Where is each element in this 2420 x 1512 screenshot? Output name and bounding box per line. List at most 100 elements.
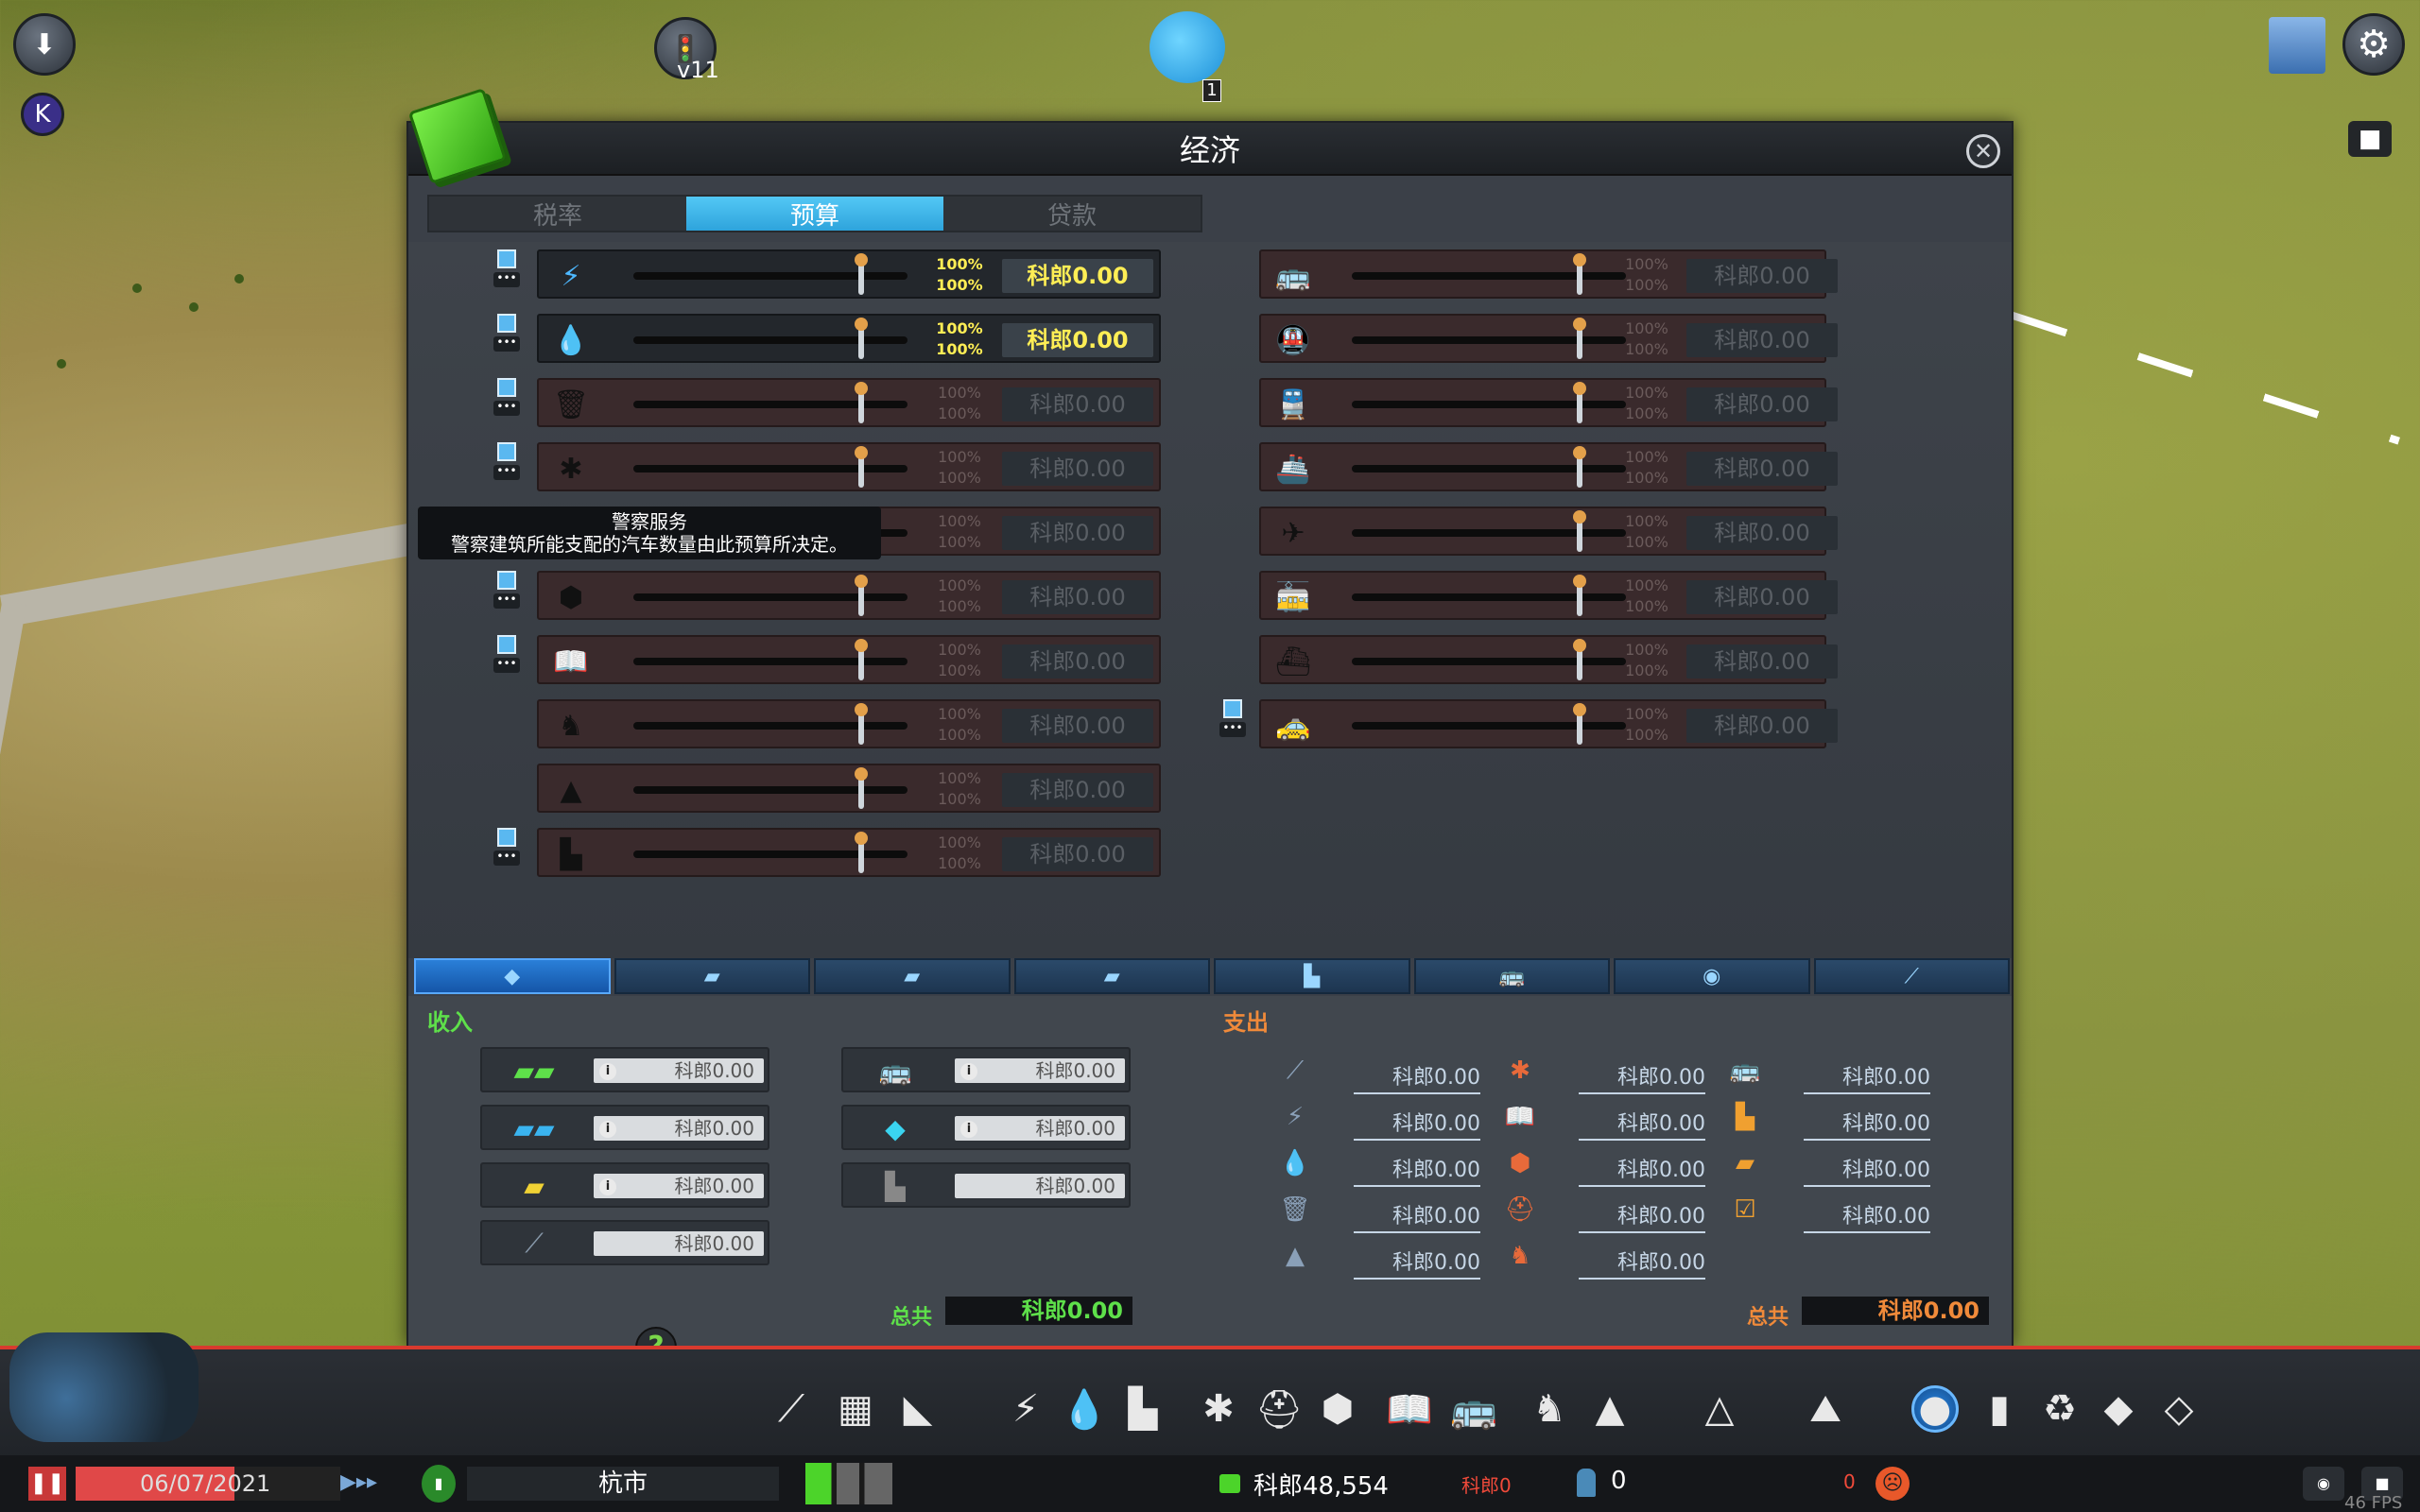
more-options-icon[interactable]: ••• [493, 336, 520, 352]
slider-handle[interactable] [1573, 703, 1586, 745]
slider-handle[interactable] [1573, 510, 1586, 552]
slider-handle[interactable] [1573, 382, 1586, 423]
free-camera-icon[interactable]: ◉ [2303, 1467, 2344, 1501]
speed-button[interactable]: ▶▸▸ [340, 1470, 377, 1494]
electricity-tool-icon[interactable]: ⚡ [1002, 1385, 1049, 1433]
more-options-icon[interactable]: ••• [493, 401, 520, 416]
zoning-tool-icon[interactable]: ▦ [832, 1385, 879, 1433]
parks-tool-icon[interactable]: ♞ [1526, 1385, 1573, 1433]
budget-slider[interactable] [1352, 575, 1626, 616]
service-toggle-button[interactable]: ••• [488, 442, 526, 484]
info-views-tool-icon[interactable]: ◆ [2095, 1385, 2142, 1433]
policies-tool-icon[interactable]: ▮ [1976, 1385, 2023, 1433]
slider-handle[interactable] [1573, 253, 1586, 295]
k-button[interactable]: K [21, 93, 64, 136]
service-toggle-button[interactable]: ••• [488, 635, 526, 677]
budget-slider[interactable] [633, 253, 908, 295]
tab-budget[interactable]: 预算 [686, 197, 943, 231]
info-icon[interactable]: i [599, 1178, 616, 1195]
more-options-icon[interactable]: ••• [493, 272, 520, 287]
police-tool-icon[interactable]: ⬢ [1314, 1385, 1361, 1433]
service-toggle-button[interactable]: ••• [1214, 699, 1252, 741]
budget-slider[interactable] [1352, 382, 1626, 423]
info-icon[interactable]: i [599, 1121, 616, 1138]
healthcare-tool-icon[interactable]: ✱ [1195, 1385, 1242, 1433]
camera-icon[interactable]: ■ [2348, 121, 2392, 157]
chirper-icon[interactable] [1150, 11, 1225, 83]
budget-slider[interactable] [633, 639, 908, 680]
industry-tool-icon[interactable]: ▙ [1119, 1385, 1167, 1433]
water-tool-icon[interactable]: 💧 [1061, 1385, 1108, 1433]
budget-slider[interactable] [633, 767, 908, 809]
category-tab[interactable]: ▙ [1214, 958, 1410, 994]
service-toggle-button[interactable]: ••• [488, 249, 526, 291]
more-options-icon[interactable]: ••• [493, 850, 520, 866]
city-name-field[interactable]: 杭市 [467, 1467, 779, 1501]
paradox-icon[interactable] [2269, 17, 2325, 74]
budget-slider[interactable] [1352, 510, 1626, 552]
education-tool-icon[interactable]: 📖 [1386, 1385, 1433, 1433]
slider-handle[interactable] [1573, 446, 1586, 488]
category-tab[interactable]: ▰ [614, 958, 810, 994]
areas-tool-icon[interactable]: ♻ [2036, 1385, 2083, 1433]
slider-handle[interactable] [855, 767, 868, 809]
budget-slider[interactable] [633, 575, 908, 616]
budget-slider[interactable] [633, 703, 908, 745]
slider-handle[interactable] [855, 446, 868, 488]
landscaping-tool-icon[interactable]: △ [1696, 1385, 1743, 1433]
unlock-button[interactable]: ⬇ [13, 13, 76, 76]
info-icon[interactable]: i [599, 1063, 616, 1080]
more-options-icon[interactable]: ••• [493, 658, 520, 673]
budget-slider[interactable] [633, 318, 908, 359]
service-toggle-button[interactable]: ••• [488, 378, 526, 420]
slider-handle[interactable] [855, 575, 868, 616]
budget-slider[interactable] [1352, 639, 1626, 680]
category-tab[interactable]: 🚌 [1413, 958, 1610, 994]
info-icon[interactable]: i [960, 1121, 977, 1138]
bulldozer-tool-icon[interactable]: ◇ [2155, 1385, 2203, 1433]
tab-taxes[interactable]: 税率 [429, 197, 686, 231]
slider-handle[interactable] [855, 639, 868, 680]
economy-tool-icon[interactable]: ● [1911, 1385, 1959, 1433]
category-tab[interactable]: ◉ [1614, 958, 1810, 994]
budget-slider[interactable] [1352, 703, 1626, 745]
roads-tool-icon[interactable]: ⟋ [768, 1385, 815, 1433]
budget-slider[interactable] [633, 382, 908, 423]
slider-handle[interactable] [1573, 575, 1586, 616]
service-toggle-button[interactable]: ••• [488, 828, 526, 869]
category-tab[interactable]: ◆ [414, 958, 611, 994]
slider-handle[interactable] [855, 318, 868, 359]
close-icon[interactable]: ✕ [1966, 134, 2000, 168]
pause-button[interactable]: ❚❚ [28, 1467, 66, 1501]
settings-icon[interactable]: ⚙ [2342, 13, 2405, 76]
category-tab[interactable]: ▰ [1013, 958, 1210, 994]
slider-handle[interactable] [1573, 318, 1586, 359]
service-toggle-button[interactable]: ••• [488, 314, 526, 355]
districts-tool-icon[interactable]: ◣ [894, 1385, 942, 1433]
service-toggle-button[interactable]: ••• [488, 571, 526, 612]
more-options-icon[interactable]: ••• [493, 465, 520, 480]
category-tab[interactable]: ▰ [814, 958, 1011, 994]
slider-handle[interactable] [855, 382, 868, 423]
terraform-tool-icon[interactable]: ⛰ [1802, 1385, 1849, 1433]
slider-handle[interactable] [855, 703, 868, 745]
fire-tool-icon[interactable]: ⛑ [1255, 1385, 1304, 1433]
city-skyline-icon[interactable] [9, 1332, 199, 1442]
transport-tool-icon[interactable]: 🚌 [1450, 1385, 1497, 1433]
category-tab[interactable]: ⟋ [1813, 958, 2010, 994]
budget-slider[interactable] [633, 832, 908, 873]
budget-slider[interactable] [1352, 446, 1626, 488]
more-options-icon[interactable]: ••• [493, 593, 520, 609]
tab-loans[interactable]: 贷款 [943, 197, 1201, 231]
slider-handle[interactable] [855, 253, 868, 295]
city-info-icon[interactable]: ▮ [422, 1465, 456, 1503]
info-icon[interactable]: i [960, 1063, 977, 1080]
more-options-icon[interactable]: ••• [1219, 722, 1246, 737]
window-title-bar[interactable]: 经济 ✕ [408, 123, 2012, 176]
monuments-tool-icon[interactable]: ▲ [1586, 1385, 1634, 1433]
slider-handle[interactable] [855, 832, 868, 873]
budget-slider[interactable] [633, 446, 908, 488]
budget-slider[interactable] [1352, 253, 1626, 295]
slider-handle[interactable] [1573, 639, 1586, 680]
budget-slider[interactable] [1352, 318, 1626, 359]
